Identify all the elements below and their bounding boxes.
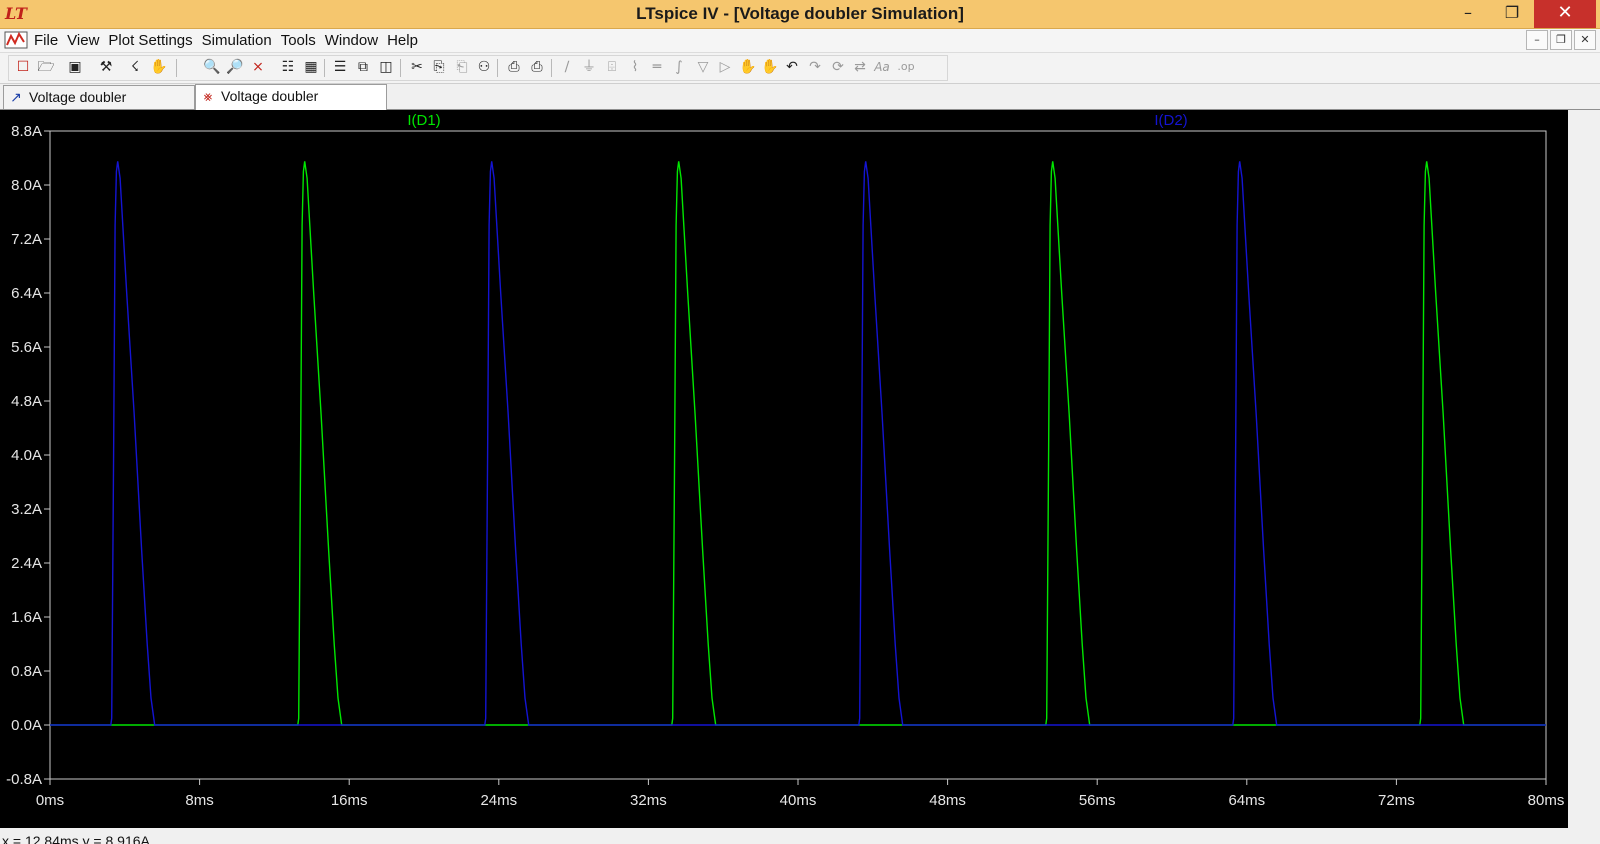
x-tick-label: 80ms (1528, 792, 1565, 809)
pan-icon[interactable]: ✋ (150, 58, 168, 76)
x-tick-label: 24ms (480, 792, 517, 809)
cascade-icon[interactable]: ⧉ (354, 58, 372, 76)
x-tick-label: 48ms (929, 792, 966, 809)
mirror-icon[interactable]: ⇄ (851, 58, 869, 76)
close-button[interactable]: ✕ (1534, 0, 1596, 28)
find-icon[interactable]: ⚇ (475, 58, 493, 76)
trace-id1 (50, 161, 1546, 726)
x-tick-label: 72ms (1378, 792, 1415, 809)
doc-close-button[interactable]: ✕ (1574, 30, 1596, 50)
waveform-icon: ⨳ (203, 88, 213, 104)
plot-right-margin (1568, 110, 1600, 828)
rotate-icon[interactable]: ⟳ (829, 58, 847, 76)
menu-window[interactable]: Window (324, 31, 386, 50)
maximize-button[interactable]: ❐ (1490, 0, 1534, 28)
inductor-icon[interactable]: ∫ (670, 58, 688, 76)
drag-icon[interactable]: ✋ (761, 58, 779, 76)
menu-view[interactable]: View (66, 31, 107, 50)
document-tabs: ↗Voltage doubler Simulation ⨳Voltage dou… (0, 84, 1600, 127)
capacitor-icon[interactable]: ═ (648, 58, 666, 76)
status-bar: x = 12.84ms y = 8.916A (0, 828, 1600, 844)
waveform-viewer[interactable]: -0.8A 0.0A 0.8A 1.6A 2.4A 3.2A 4.0A 4.8A 5.6A 6.4… (0, 110, 1600, 828)
window-title: LTspice IV - [Voltage doubler Simulation… (636, 4, 964, 23)
x-tick-label: 16ms (331, 792, 368, 809)
schematic-icon: ↗ (10, 89, 22, 105)
component-icon[interactable]: ▷ (716, 58, 734, 76)
cut-icon[interactable]: ✂ (408, 58, 426, 76)
zoom-fit-icon[interactable]: ⨯ (249, 58, 267, 76)
y-tick-label: 6.4A (11, 285, 42, 302)
print-icon[interactable]: ⎙ (528, 58, 546, 76)
tile-horizontal-icon[interactable]: ☰ (331, 58, 349, 76)
y-tick-label: 0.0A (11, 717, 42, 734)
print-preview-icon[interactable]: ⎙ (505, 58, 523, 76)
control-panel-icon[interactable]: ⚒ (97, 58, 115, 76)
waveform-plot[interactable]: -0.8A 0.0A 0.8A 1.6A 2.4A 3.2A 4.0A 4.8A 5.6A 6.4… (0, 110, 1568, 828)
waveform-doc-icon[interactable] (4, 30, 28, 50)
x-tick-label: 64ms (1228, 792, 1265, 809)
resistor-icon[interactable]: ⌇ (626, 58, 644, 76)
y-tick-label: 7.2A (11, 231, 42, 248)
undo-icon[interactable]: ↶ (783, 58, 801, 76)
menu-plot-settings[interactable]: Plot Settings (107, 31, 200, 50)
y-tick-label: -0.8A (6, 771, 42, 788)
ground-icon[interactable]: ⏚ (580, 58, 598, 76)
label-icon[interactable]: ⌹ (603, 58, 621, 76)
y-tick-label: 4.8A (11, 393, 42, 410)
x-tick-label: 56ms (1079, 792, 1116, 809)
copy-icon[interactable]: ⎘ (430, 58, 448, 76)
wire-icon[interactable]: ∕ (558, 58, 576, 76)
y-tick-label: 8.8A (11, 123, 42, 140)
title-bar: LT LTspice IV - [Voltage doubler Simulat… (0, 0, 1600, 29)
y-tick-label: 8.0A (11, 177, 42, 194)
grid-icon[interactable]: ▦ (302, 58, 320, 76)
menu-simulation[interactable]: Simulation (201, 31, 280, 50)
tile-vertical-icon[interactable]: ◫ (377, 58, 395, 76)
menu-bar: File View Plot Settings Simulation Tools… (0, 29, 1600, 53)
toolbar: ☐ 🗁 ▣ ⚒ ☇ ✋ 🔍 🔎 ⨯ ☷ ▦ ☰ ⧉ ◫ ✂ ⎘ ⎗ ⚇ ⎙ ⎙ … (0, 53, 1600, 84)
x-tick-label: 0ms (36, 792, 64, 809)
tab-waveform[interactable]: ⨳Voltage doubler Simulation (195, 84, 387, 126)
run-icon[interactable]: ☇ (126, 58, 144, 76)
doc-restore-button[interactable]: ❐ (1550, 30, 1572, 50)
diode-icon[interactable]: ▽ (694, 58, 712, 76)
move-icon[interactable]: ✋ (739, 58, 757, 76)
y-tick-label: 5.6A (11, 339, 42, 356)
plot-frame (49, 130, 1547, 780)
doc-minimize-button[interactable]: – (1526, 30, 1548, 50)
tab-schematic[interactable]: ↗Voltage doubler Simulation (3, 85, 195, 127)
cursor-readout: x = 12.84ms y = 8.916A (2, 833, 150, 844)
y-tick-label: 1.6A (11, 609, 42, 626)
y-tick-label: 0.8A (11, 663, 42, 680)
zoom-in-icon[interactable]: 🔍 (203, 58, 221, 76)
zoom-out-icon[interactable]: 🔎 (226, 58, 244, 76)
trace-id2 (50, 161, 1546, 726)
x-tick-label: 8ms (185, 792, 213, 809)
save-icon[interactable]: ▣ (66, 58, 84, 76)
x-tick-label: 32ms (630, 792, 667, 809)
redo-icon[interactable]: ↷ (806, 58, 824, 76)
y-tick-label: 2.4A (11, 555, 42, 572)
new-schematic-icon[interactable]: ☐ (14, 58, 32, 76)
menu-help[interactable]: Help (386, 31, 426, 50)
text-icon[interactable]: Aa (873, 58, 891, 76)
y-tick-label: 3.2A (11, 501, 42, 518)
open-icon[interactable]: 🗁 (37, 58, 55, 76)
spice-directive-icon[interactable]: .op (897, 58, 915, 76)
trace-name-id1: I(D1) (407, 112, 440, 129)
menu-tools[interactable]: Tools (280, 31, 324, 50)
trace-name-id2: I(D2) (1154, 112, 1187, 129)
x-tick-label: 40ms (780, 792, 817, 809)
paste-icon[interactable]: ⎗ (453, 58, 471, 76)
minimize-button[interactable]: – (1446, 0, 1490, 28)
autorange-icon[interactable]: ☷ (279, 58, 297, 76)
y-tick-label: 4.0A (11, 447, 42, 464)
menu-file[interactable]: File (33, 31, 66, 50)
